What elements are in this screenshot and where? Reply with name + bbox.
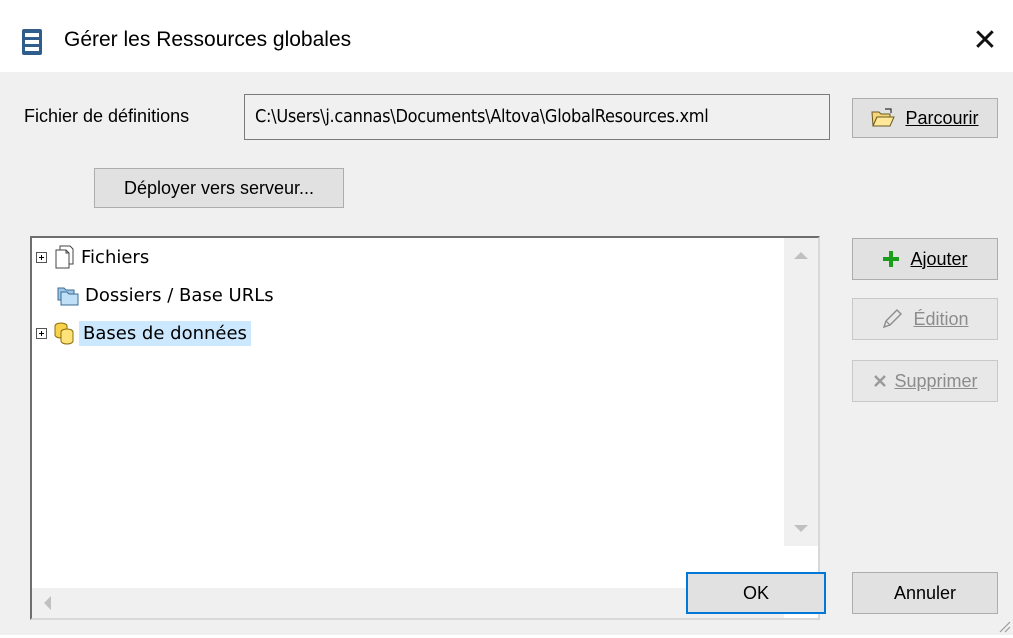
vertical-scrollbar[interactable] — [784, 238, 818, 546]
open-folder-icon — [871, 108, 896, 128]
scroll-down-icon[interactable] — [794, 525, 808, 532]
browse-label: Parcourir — [905, 107, 979, 128]
window-title: Gérer les Ressources globales — [64, 28, 352, 51]
scroll-left-icon[interactable] — [44, 596, 51, 610]
close-button[interactable]: ✕ — [957, 14, 1013, 66]
tree-item-label: Dossiers / Base URLs — [85, 284, 274, 306]
plus-icon — [882, 250, 900, 268]
cancel-label: Annuler — [893, 582, 957, 603]
deploy-to-server-button[interactable]: Déployer vers serveur... — [94, 168, 344, 208]
horizontal-scrollbar[interactable] — [32, 588, 784, 618]
add-button[interactable]: Ajouter — [852, 238, 998, 280]
resize-grip-icon[interactable] — [997, 619, 1011, 633]
files-icon — [51, 244, 77, 270]
tree-item-label: Fichiers — [81, 246, 150, 268]
pencil-icon — [881, 308, 903, 330]
tree-item-label: Bases de données — [79, 320, 251, 346]
expand-icon[interactable] — [36, 251, 47, 263]
add-label: Ajouter — [910, 248, 968, 269]
tree-item-databases[interactable]: Bases de données — [32, 318, 251, 348]
definitions-file-label: Fichier de définitions — [24, 106, 190, 126]
dialog-body: Fichier de définitions C:\Users\j.cannas… — [0, 72, 1013, 635]
close-icon: ✕ — [972, 22, 998, 58]
tree-item-folders[interactable]: Dossiers / Base URLs — [32, 280, 274, 310]
cancel-button[interactable]: Annuler — [852, 572, 998, 614]
edit-button[interactable]: Édition — [852, 298, 998, 340]
browse-button[interactable]: Parcourir — [852, 98, 998, 138]
ok-button[interactable]: OK — [686, 572, 826, 614]
definitions-path-field[interactable]: C:\Users\j.cannas\Documents\Altova\Globa… — [244, 94, 830, 140]
tree-item-files[interactable]: Fichiers — [32, 242, 149, 272]
delete-x-icon — [872, 373, 888, 389]
title-bar: Gérer les Ressources globales ✕ — [0, 0, 1013, 72]
expand-icon[interactable] — [36, 327, 47, 339]
edit-label: Édition — [913, 308, 969, 329]
resources-tree[interactable]: Fichiers Dossiers / Base URLs Bases de d… — [30, 236, 820, 620]
global-resources-icon — [20, 28, 44, 56]
folders-icon — [55, 282, 81, 308]
deploy-label: Déployer vers serveur... — [123, 177, 315, 198]
delete-label: Supprimer — [894, 370, 978, 391]
scroll-up-icon[interactable] — [794, 252, 808, 259]
databases-icon — [51, 320, 77, 346]
delete-button[interactable]: Supprimer — [852, 360, 998, 402]
ok-label: OK — [742, 582, 769, 603]
